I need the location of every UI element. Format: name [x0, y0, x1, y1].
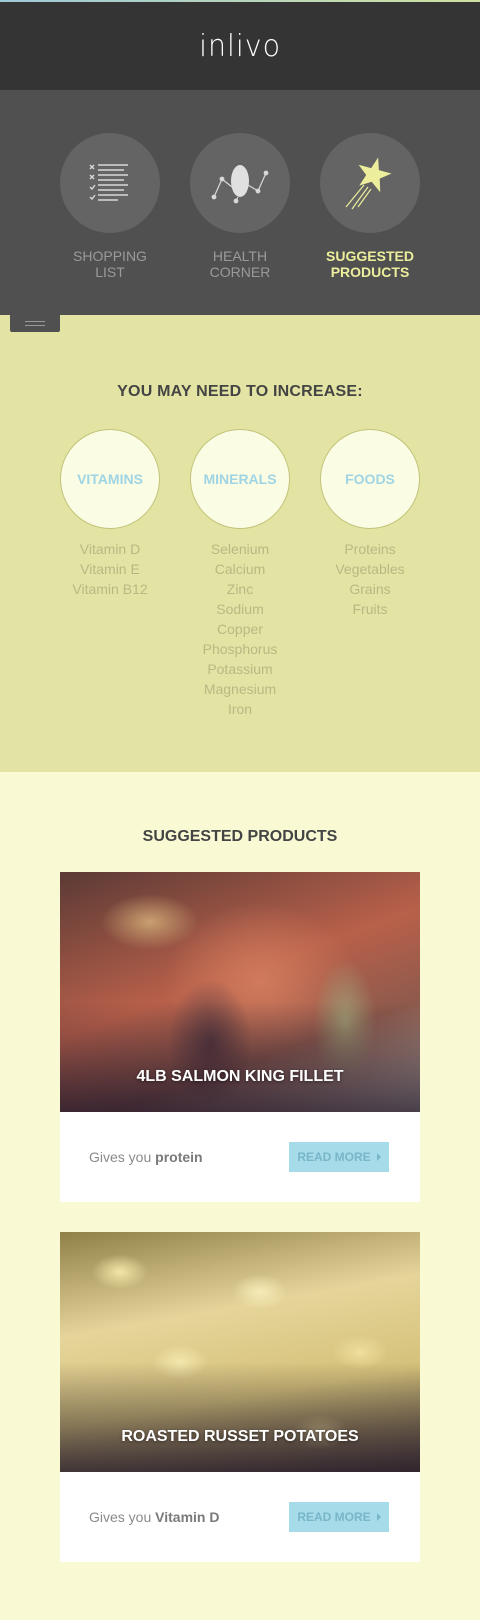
nutrient-list: Vitamin D Vitamin E Vitamin B12 [45, 539, 175, 599]
nutrient-item: Vitamin B12 [72, 581, 148, 597]
suggested-products-section: SUGGESTED PRODUCTS 4LB SALMON KING FILLE… [0, 772, 480, 1562]
nutrient-circle[interactable]: FOODS [320, 429, 420, 529]
nutrient-item: Vitamin D [79, 541, 141, 557]
product-card: ROASTED RUSSET POTATOES Gives you Vitami… [60, 1232, 420, 1562]
logo[interactable]: inlivo [199, 29, 281, 64]
read-more-button[interactable]: READ MORE [289, 1142, 389, 1172]
nutrient-item: Magnesium [203, 681, 277, 697]
nutrient-item: Iron [227, 701, 253, 717]
menu-toggle-button[interactable] [10, 314, 60, 332]
nav-label: SUGGESTED PRODUCTS [326, 248, 414, 280]
read-more-button[interactable]: READ MORE [289, 1502, 389, 1532]
nutrient-item: Fruits [352, 601, 388, 617]
increase-section: YOU MAY NEED TO INCREASE: VITAMINS Vitam… [0, 315, 480, 772]
nutrient-groups: VITAMINS Vitamin D Vitamin E Vitamin B12 M… [0, 429, 480, 719]
product-card: 4LB SALMON KING FILLET Gives you protein… [60, 872, 420, 1202]
increase-title: YOU MAY NEED TO INCREASE: [117, 383, 363, 400]
nutrient-item: Phosphorus [202, 641, 278, 657]
nav-label: SHOPPING LIST [73, 248, 147, 280]
nutrient-group-minerals: MINERALS Selenium Calcium Zinc Sodium Copper… [175, 429, 305, 719]
product-footer: Gives you Vitamin D READ MORE [60, 1472, 420, 1562]
nutrient-item: Calcium [214, 561, 266, 577]
product-image[interactable]: ROASTED RUSSET POTATOES [60, 1232, 420, 1472]
nav-shopping-list[interactable]: SHOPPING LIST [60, 133, 160, 315]
nutrient-item: Potassium [207, 661, 273, 677]
shooting-star-icon [345, 157, 392, 210]
nav-circle [320, 133, 420, 233]
nutrient-item: Vegetables [335, 561, 405, 577]
caret-right-icon [376, 1513, 381, 1521]
nutrient-item: Selenium [210, 541, 270, 557]
nutrient-item: Vitamin E [80, 561, 140, 577]
checklist-icon [89, 164, 128, 201]
product-title: ROASTED RUSSET POTATOES [121, 1428, 359, 1445]
main-nav: SHOPPING LIST HEALTH CORNER SUGGESTED PR… [0, 90, 480, 332]
nutrient-item: Sodium [216, 601, 264, 617]
products-title: SUGGESTED PRODUCTS [142, 828, 338, 845]
nutrient-group-vitamins: VITAMINS Vitamin D Vitamin E Vitamin B12 [45, 429, 175, 719]
nutrient-list: Selenium Calcium Zinc Sodium Copper Phosphoru… [175, 539, 305, 719]
molecule-icon [211, 165, 269, 204]
nutrient-group-foods: FOODS Proteins Vegetables Grains Fruits [305, 429, 435, 719]
nav-circle [60, 133, 160, 233]
product-footer: Gives you protein READ MORE [60, 1112, 420, 1202]
nutrient-item: Proteins [344, 541, 396, 557]
caret-right-icon [376, 1153, 381, 1161]
nutrient-circle[interactable]: MINERALS [190, 429, 290, 529]
nav-suggested-products[interactable]: SUGGESTED PRODUCTS [320, 133, 420, 315]
nav-label: HEALTH CORNER [209, 248, 271, 280]
hamburger-icon [25, 320, 45, 322]
product-image[interactable]: 4LB SALMON KING FILLET [60, 872, 420, 1112]
product-title: 4LB SALMON KING FILLET [136, 1068, 344, 1085]
nav-circle [190, 133, 290, 233]
nutrient-list: Proteins Vegetables Grains Fruits [305, 539, 435, 619]
product-benefit: Gives you Vitamin D [89, 1509, 220, 1525]
app-header: inlivo [0, 2, 480, 90]
product-benefit: Gives you protein [89, 1149, 203, 1165]
nutrient-item: Zinc [226, 581, 254, 597]
nutrient-circle[interactable]: VITAMINS [60, 429, 160, 529]
nutrient-item: Grains [349, 581, 391, 597]
nav-health-corner[interactable]: HEALTH CORNER [190, 133, 290, 315]
nutrient-item: Copper [217, 621, 263, 637]
